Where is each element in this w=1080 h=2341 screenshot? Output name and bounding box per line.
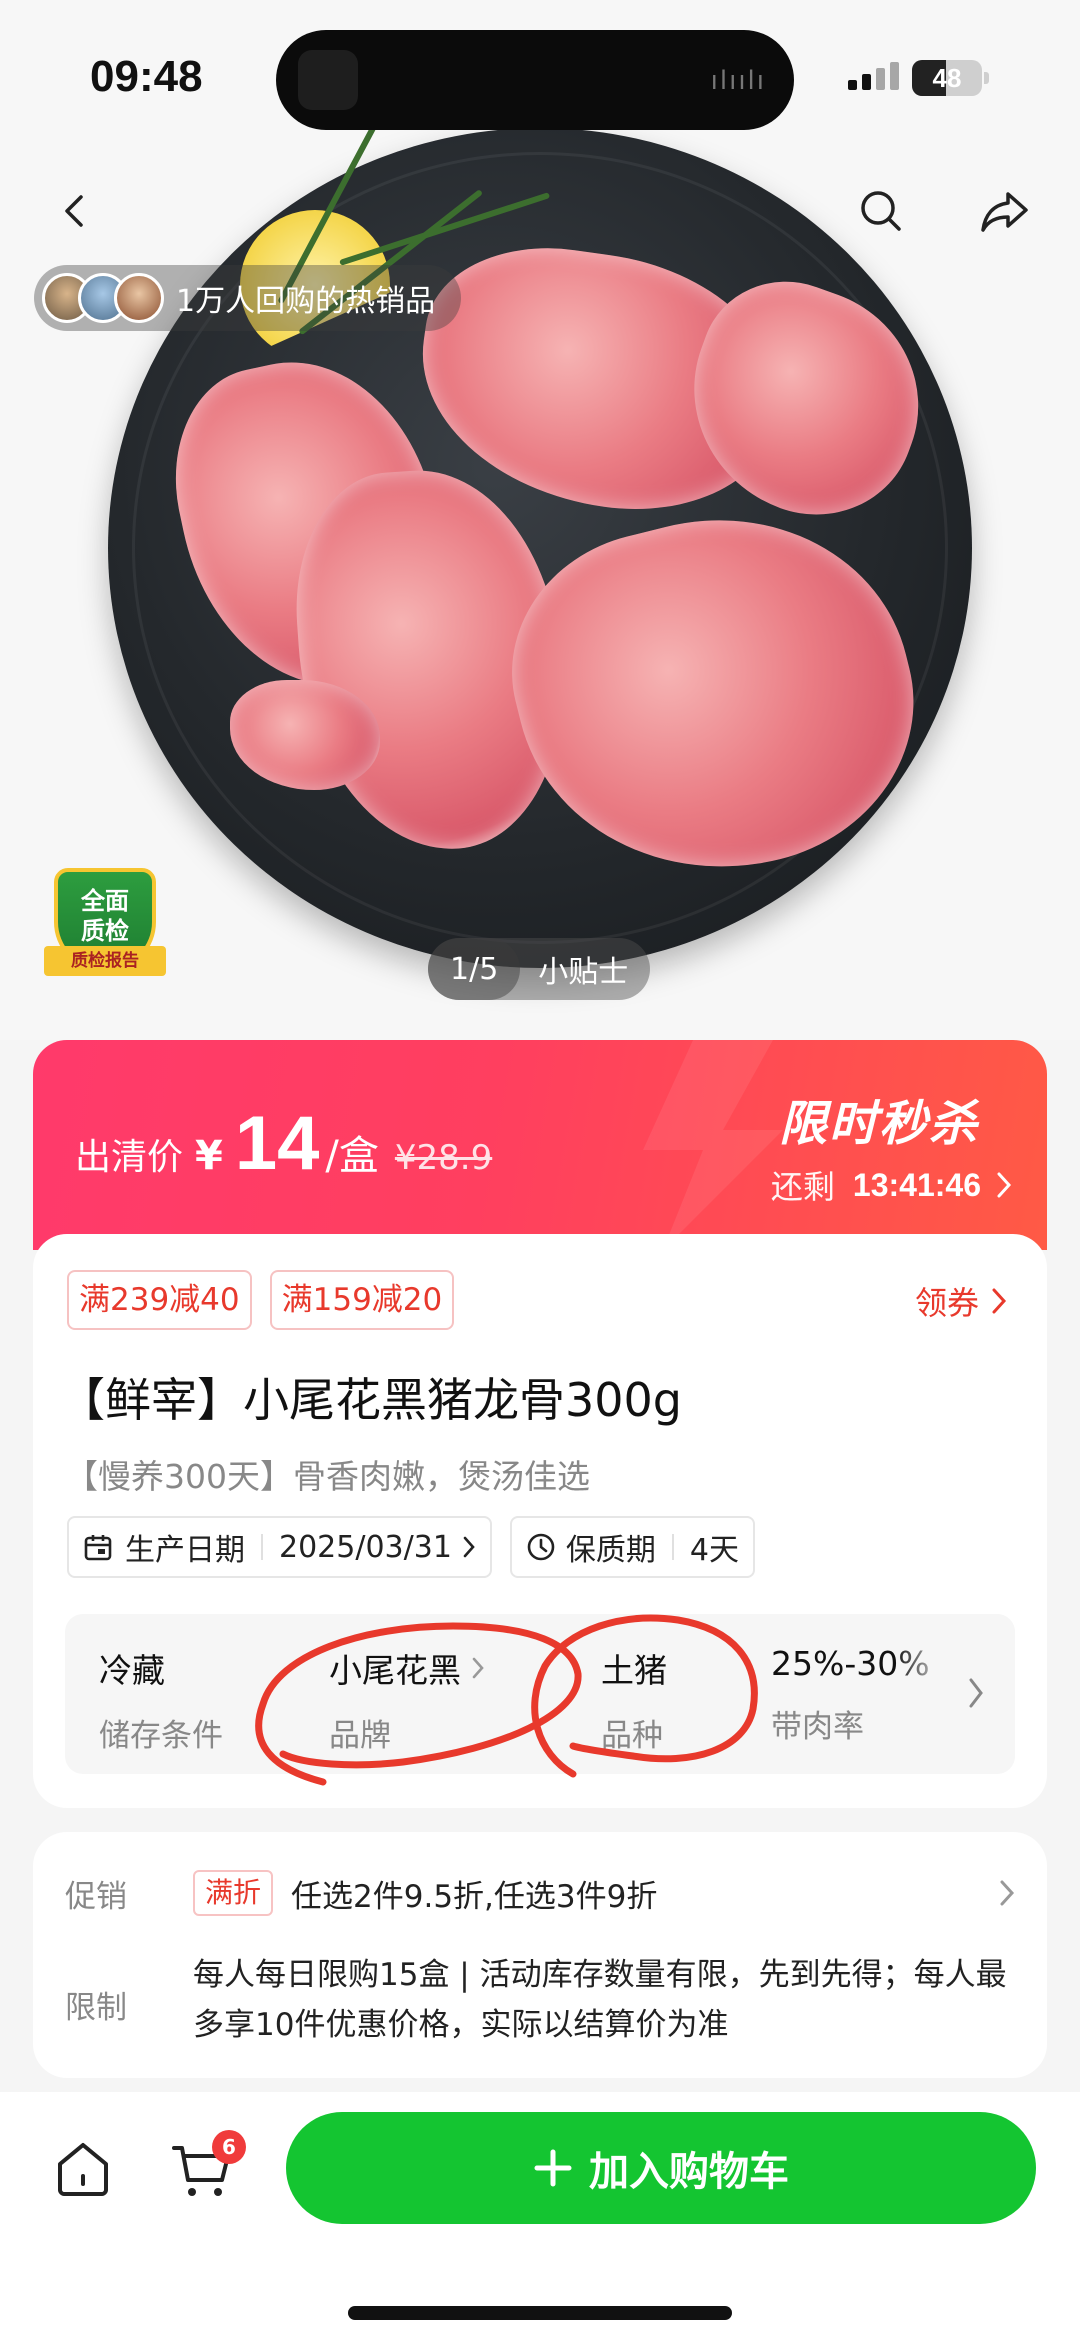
calendar-icon bbox=[84, 1535, 112, 1561]
home-indicator bbox=[348, 2306, 732, 2320]
avatar bbox=[114, 273, 164, 323]
coupon-tag[interactable]: 满239减40 bbox=[67, 1270, 252, 1330]
product-info-card: 满239减40 满159减20 领券 【鲜宰】小尾花黑猪龙骨300g 【慢养30… bbox=[33, 1234, 1047, 1808]
home-button[interactable] bbox=[52, 2138, 122, 2208]
page-counter: 1/5 bbox=[428, 938, 521, 1000]
carousel-page-indicator[interactable]: 1/5 小贴士 bbox=[428, 938, 650, 1000]
cellular-signal-icon bbox=[848, 62, 899, 90]
product-subtitle: 【慢养300天】骨香肉嫩，煲汤佳选 bbox=[65, 1457, 590, 1496]
price-label: 出清价 bbox=[75, 1137, 184, 1178]
flash-sale-price-banner: 出清价 ¥ 14 /盒 ¥28.9 限时秒杀 还剩 13:41:46 bbox=[33, 1040, 1047, 1250]
countdown-timer: 13:41:46 bbox=[852, 1166, 981, 1203]
promotion-row[interactable]: 促销 满折 任选2件9.5折,任选3件9折 bbox=[65, 1870, 1015, 1916]
flash-sale-title: 限时秒杀 bbox=[778, 1096, 979, 1152]
product-image-carousel[interactable]: 09:48 ılıılı 48 1万人回购的热销品 全面 质检 质检报告 1/5… bbox=[0, 0, 1080, 1040]
price-line: 出清价 ¥ 14 /盒 ¥28.9 bbox=[75, 1101, 493, 1186]
cart-button[interactable]: 6 bbox=[170, 2130, 250, 2208]
battery-icon: 48 bbox=[912, 60, 982, 96]
coupon-list: 满239减40 满159减20 bbox=[67, 1270, 455, 1330]
status-time: 09:48 bbox=[90, 52, 203, 101]
chevron-right-icon bbox=[472, 1657, 484, 1679]
chevron-right-icon bbox=[992, 1288, 1007, 1314]
product-title: 【鲜宰】小尾花黑猪龙骨300g bbox=[59, 1373, 682, 1427]
share-icon[interactable] bbox=[970, 176, 1040, 246]
countdown[interactable]: 还剩 13:41:46 bbox=[771, 1162, 1013, 1208]
plus-icon bbox=[534, 2149, 572, 2187]
back-icon[interactable] bbox=[40, 176, 110, 246]
shelf-life: 4天 bbox=[689, 1533, 740, 1568]
get-coupon-button[interactable]: 领券 bbox=[915, 1278, 1007, 1324]
spec-strip[interactable]: 冷藏 储存条件 小尾花黑 品牌 土猪 品种 25%-30% 带肉率 bbox=[65, 1614, 1015, 1774]
add-to-cart-button[interactable]: 加入购物车 bbox=[286, 2112, 1036, 2224]
original-price: ¥28.9 bbox=[394, 1138, 493, 1178]
shelf-life-tag: 保质期 4天 bbox=[509, 1516, 756, 1578]
date-info-tags: 生产日期 2025/03/31 保质期 4天 bbox=[67, 1516, 756, 1578]
audio-wave-icon: ılıılı bbox=[710, 66, 766, 96]
production-date-tag[interactable]: 生产日期 2025/03/31 bbox=[67, 1516, 492, 1578]
spec-storage: 冷藏 储存条件 bbox=[99, 1651, 223, 1754]
promo-text: 任选2件9.5折,任选3件9折 bbox=[291, 1878, 658, 1915]
status-bar: 09:48 ılıılı 48 bbox=[0, 0, 1080, 150]
tips-tab[interactable]: 小贴士 bbox=[520, 947, 628, 991]
current-price: 14 bbox=[234, 1101, 320, 1186]
search-icon[interactable] bbox=[846, 176, 916, 246]
chevron-right-icon bbox=[997, 1172, 1012, 1198]
chevron-right-icon bbox=[463, 1536, 475, 1558]
limit-text: 每人每日限购15盒 | 活动库存数量有限，先到先得；每人最多享10件优惠价格，实… bbox=[193, 1957, 1007, 2043]
cart-count-badge: 6 bbox=[212, 2130, 246, 2164]
buyer-avatars bbox=[42, 273, 164, 323]
home-icon bbox=[58, 2143, 108, 2196]
promo-type-badge: 满折 bbox=[193, 1870, 274, 1916]
rebuy-social-proof: 1万人回购的热销品 bbox=[34, 265, 462, 331]
bottom-action-bar: 6 加入购物车 bbox=[0, 2092, 1080, 2341]
promotion-card: 促销 满折 任选2件9.5折,任选3件9折 限制 每人每日限购15盒 | 活动库… bbox=[33, 1832, 1047, 2078]
coupon-tag[interactable]: 满159减20 bbox=[269, 1270, 455, 1330]
quality-inspection-badge[interactable]: 全面 质检 质检报告 bbox=[44, 868, 166, 988]
spec-breed: 土猪 品种 bbox=[601, 1651, 667, 1754]
spec-brand[interactable]: 小尾花黑 品牌 bbox=[329, 1644, 485, 1755]
limit-row: 限制 每人每日限购15盒 | 活动库存数量有限，先到先得；每人最多享10件优惠价… bbox=[65, 1950, 1025, 2050]
battery-level: 48 bbox=[932, 63, 962, 93]
chevron-right-icon bbox=[1000, 1880, 1015, 1906]
production-date: 2025/03/31 bbox=[279, 1529, 452, 1565]
clock-icon bbox=[527, 1533, 555, 1561]
dynamic-island: ılıılı bbox=[276, 30, 794, 130]
chevron-right-icon[interactable] bbox=[967, 1676, 985, 1710]
